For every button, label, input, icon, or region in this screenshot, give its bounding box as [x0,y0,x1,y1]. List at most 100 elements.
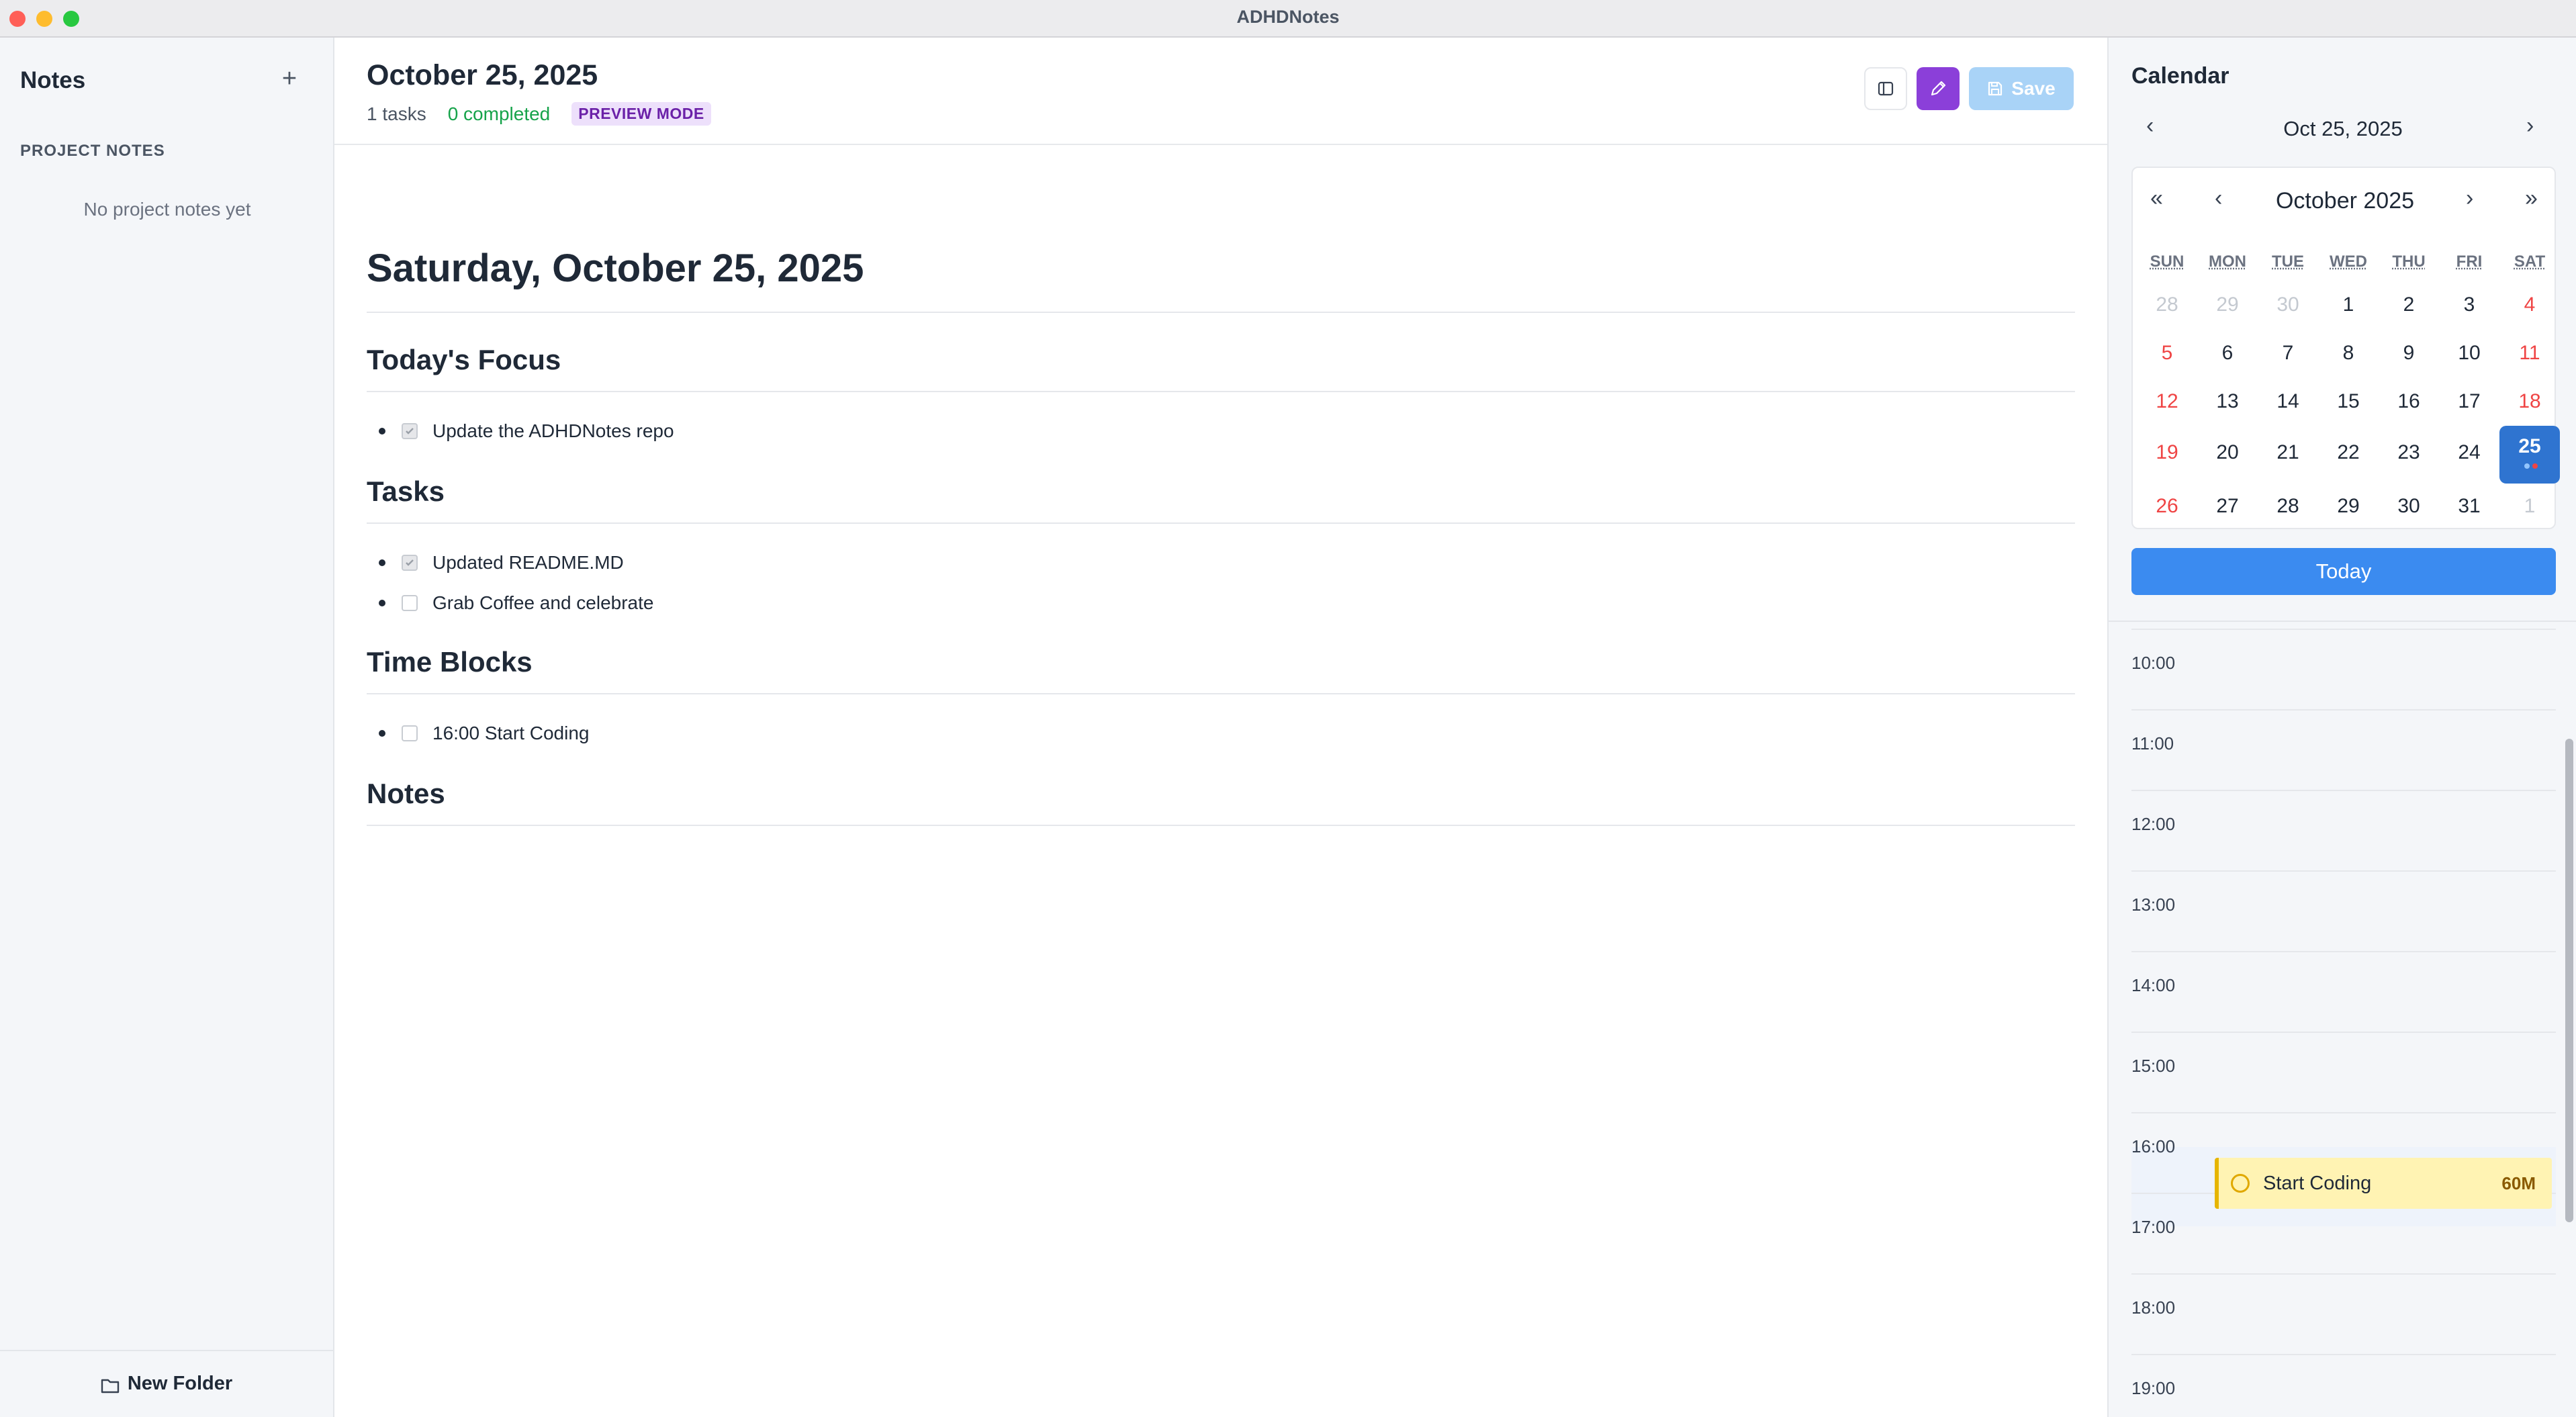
note-date-title: October 25, 2025 [367,59,598,91]
event-indicator-dots [2524,463,2538,469]
list-item: 16:00 Start Coding [379,723,590,744]
calendar-day[interactable]: 6 [2197,333,2258,381]
calendar-day[interactable]: 30 [2379,486,2439,535]
hour-label: 10:00 [2131,653,2176,673]
calendar-day[interactable]: 10 [2439,333,2499,381]
calendar-day[interactable]: 3 [2439,285,2499,333]
task-text: 16:00 Start Coding [432,723,590,743]
note-meta: 1 tasks 0 completed PREVIEW MODE [367,102,711,126]
weekday-header: WED [2330,253,2367,271]
hour-gridline [2131,870,2556,872]
section-heading-focus: Today's Focus [367,344,561,375]
calendar-day[interactable]: 9 [2379,333,2439,381]
calendar-day[interactable]: 17 [2439,381,2499,430]
calendar-day[interactable]: 1 [2318,285,2379,333]
weekday-header: FRI [2456,253,2483,271]
calendar-day[interactable]: 20 [2197,432,2258,481]
day-number: 5 [2161,342,2173,364]
calendar-day[interactable]: 7 [2258,333,2318,381]
calendar-day[interactable]: 12 [2137,381,2197,430]
divider [367,391,2075,392]
add-note-button[interactable]: + [278,63,301,94]
scrollbar[interactable] [2565,739,2573,1222]
hour-label: 15:00 [2131,1056,2176,1076]
next-month-button[interactable]: › [2466,185,2473,212]
hour-label: 13:00 [2131,895,2176,915]
calendar-day[interactable]: 23 [2379,432,2439,481]
calendar-title: Calendar [2131,63,2229,89]
section-heading-tasks: Tasks [367,475,445,507]
toggle-sidebar-button[interactable] [1864,67,1907,110]
calendar-day[interactable]: 27 [2197,486,2258,535]
calendar-day[interactable]: 8 [2318,333,2379,381]
hour-gridline [2131,629,2556,630]
day-timeline[interactable]: 10:00 11:00 12:00 13:00 14:00 15:00 16:00 17:00… [2131,622,2556,1417]
current-date-label: Oct 25, 2025 [2283,117,2403,140]
event-block[interactable]: Start Coding 60M [2215,1158,2552,1209]
day-number: 28 [2156,293,2178,316]
task-checkbox[interactable] [402,725,418,741]
weekday-header: THU [2392,253,2426,271]
calendar-day[interactable]: 16 [2379,381,2439,430]
plus-icon: + [281,64,297,93]
month-calendar: « ‹ October 2025 › » SUN MON TUE WED THU FRI S… [2131,167,2560,529]
bullet [379,730,385,737]
task-checkbox[interactable] [402,595,418,611]
today-button[interactable]: Today [2131,548,2556,595]
calendar-day[interactable]: 29 [2197,285,2258,333]
editor-header: October 25, 2025 1 tasks 0 completed PRE… [334,38,2107,145]
hour-gridline [2131,1112,2556,1113]
task-checkbox-checked[interactable] [402,555,418,571]
day-number: 22 [2337,441,2360,463]
calendar-day[interactable]: 28 [2258,486,2318,535]
edit-button[interactable] [1917,67,1960,110]
calendar-day[interactable]: 31 [2439,486,2499,535]
calendar-day[interactable]: 19 [2137,432,2197,481]
hour-gridline [2131,951,2556,952]
hour-label: 18:00 [2131,1297,2176,1318]
list-item: Grab Coffee and celebrate [379,592,653,614]
notes-sidebar: Notes + PROJECT NOTES No project notes y… [0,38,334,1417]
day-number: 19 [2156,441,2178,463]
calendar-day[interactable]: 13 [2197,381,2258,430]
day-number: 1 [2524,495,2536,517]
calendar-day[interactable]: 4 [2499,285,2560,333]
day-number: 30 [2276,293,2299,316]
day-number: 10 [2458,342,2481,364]
calendar-day[interactable]: 30 [2258,285,2318,333]
calendar-day[interactable]: 15 [2318,381,2379,430]
next-day-button[interactable]: › [2526,113,2534,139]
calendar-day[interactable]: 2 [2379,285,2439,333]
calendar-day[interactable]: 11 [2499,333,2560,381]
task-count: 1 tasks [367,103,426,124]
calendar-day[interactable]: 1 [2499,486,2560,535]
weekday-header: SUN [2150,253,2184,271]
task-text: Updated README.MD [432,552,624,573]
calendar-day[interactable]: 24 [2439,432,2499,481]
calendar-day[interactable]: 5 [2137,333,2197,381]
new-folder-button[interactable]: New Folder [0,1373,333,1395]
calendar-day[interactable]: 14 [2258,381,2318,430]
calendar-day[interactable]: 18 [2499,381,2560,430]
calendar-day[interactable]: 22 [2318,432,2379,481]
day-number: 30 [2397,495,2420,517]
day-number: 14 [2276,390,2299,412]
bullet [379,600,385,606]
calendar-day-selected[interactable]: 25 [2499,426,2560,484]
event-status-icon[interactable] [2231,1174,2250,1193]
sidebar-toggle-icon [1878,81,1894,96]
hour-gridline [2131,1354,2556,1355]
calendar-day[interactable]: 29 [2318,486,2379,535]
weekday-header: TUE [2272,253,2304,271]
save-button[interactable]: Save [1969,67,2074,110]
hour-label: 16:00 [2131,1136,2176,1156]
calendar-day[interactable]: 28 [2137,285,2197,333]
next-year-button[interactable]: » [2525,185,2538,212]
empty-project-notes: No project notes yet [83,199,251,220]
calendar-day[interactable]: 21 [2258,432,2318,481]
task-checkbox-checked[interactable] [402,423,418,439]
calendar-day[interactable]: 26 [2137,486,2197,535]
document-title: Saturday, October 25, 2025 [367,246,864,290]
day-number: 15 [2337,390,2360,412]
day-number: 25 [2518,435,2541,457]
